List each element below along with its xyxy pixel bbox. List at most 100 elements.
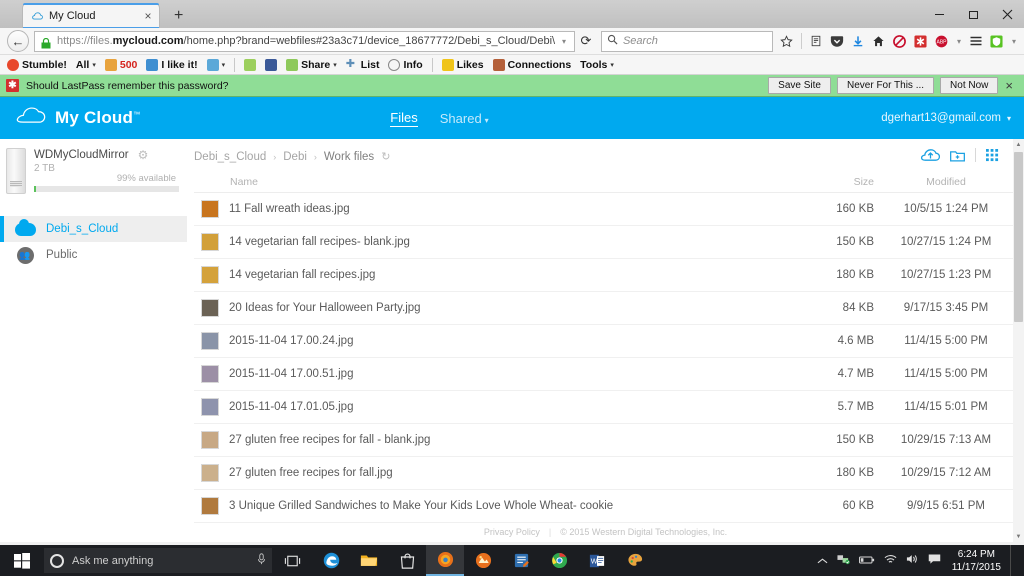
breadcrumb-item-debi[interactable]: Debi — [283, 151, 307, 163]
bookmark-all[interactable]: All ▾ — [72, 56, 100, 74]
bookmark-list[interactable]: ✚ List — [342, 56, 384, 74]
page-scrollbar[interactable]: ▲ ▼ — [1013, 139, 1024, 542]
bookmark-dislike[interactable]: ▾ — [203, 56, 230, 74]
refresh-icon[interactable]: ↻ — [381, 150, 390, 163]
bookmark-i-like-it[interactable]: I like it! — [142, 56, 201, 74]
file-name[interactable]: 11 Fall wreath ideas.jpg — [229, 203, 754, 215]
table-row[interactable]: 27 gluten free recipes for fall.jpg 180 K… — [194, 457, 1024, 490]
cortana-search-box[interactable]: Ask me anything — [44, 548, 272, 573]
new-folder-icon[interactable] — [950, 149, 965, 162]
table-row[interactable]: 11 Fall wreath ideas.jpg 160 KB 10/5/15 1:… — [194, 193, 1024, 226]
not-now-button[interactable]: Not Now — [940, 77, 999, 94]
bookmark-tag[interactable] — [240, 56, 260, 74]
action-center-icon[interactable] — [928, 552, 941, 570]
chevron-down-icon[interactable]: ▾ — [558, 37, 570, 46]
file-name[interactable]: 2015-11-04 17.00.24.jpg — [229, 335, 754, 347]
microphone-icon[interactable] — [257, 552, 266, 570]
save-site-button[interactable]: Save Site — [768, 77, 831, 94]
reader-icon[interactable] — [806, 30, 826, 52]
taskbar-app-sticky-notes[interactable] — [502, 545, 540, 576]
table-row[interactable]: 14 vegetarian fall recipes- blank.jpg 150… — [194, 226, 1024, 259]
battery-icon[interactable] — [858, 552, 875, 570]
taskbar-app-file-explorer[interactable] — [350, 545, 388, 576]
table-row[interactable]: 20 Ideas for Your Halloween Party.jpg 84 … — [194, 292, 1024, 325]
bookmark-share[interactable]: Share ▾ — [282, 56, 341, 74]
mycloud-logo[interactable]: My Cloud™ — [16, 106, 140, 130]
hamburger-menu-icon[interactable] — [966, 30, 986, 52]
taskbar-clock[interactable]: 6:24 PM 11/17/2015 — [950, 548, 1001, 574]
breadcrumb-item-root[interactable]: Debi_s_Cloud — [194, 151, 266, 163]
table-row[interactable]: 2015-11-04 17.00.24.jpg 4.6 MB 11/4/15 5:0… — [194, 325, 1024, 358]
file-name[interactable]: 14 vegetarian fall recipes.jpg — [229, 269, 754, 281]
taskbar-app-paint[interactable] — [616, 545, 654, 576]
table-row[interactable]: 3 Unique Grilled Sandwiches to Make Your… — [194, 490, 1024, 523]
bookmark-facebook[interactable] — [261, 56, 281, 74]
sidebar-item-public[interactable]: 👥 Public — [0, 242, 187, 268]
new-tab-button[interactable]: + — [168, 8, 189, 24]
show-desktop-button[interactable] — [1010, 545, 1016, 576]
url-bar[interactable]: https://files.mycloud.com/home.php?brand… — [34, 30, 575, 52]
taskbar-app-store[interactable] — [388, 545, 426, 576]
tab-shared[interactable]: Shared ▾ — [440, 111, 489, 126]
bookmark-500[interactable]: 500 — [101, 56, 142, 74]
back-button[interactable]: ← — [7, 30, 29, 52]
table-row[interactable]: 2015-11-04 17.00.51.jpg 4.7 MB 11/4/15 5:0… — [194, 358, 1024, 391]
taskbar-app-edge[interactable] — [312, 545, 350, 576]
sidebar-item-debi-s-cloud[interactable]: Debi_s_Cloud — [0, 216, 187, 242]
file-name[interactable]: 27 gluten free recipes for fall.jpg — [229, 467, 754, 479]
chevron-down-icon[interactable]: ▾ — [953, 37, 965, 46]
lastpass-icon[interactable] — [911, 30, 931, 52]
close-icon[interactable]: × — [141, 10, 155, 22]
task-view-icon[interactable] — [272, 545, 312, 576]
pocket-icon[interactable] — [827, 30, 847, 52]
scrollbar-thumb[interactable] — [1014, 152, 1023, 322]
home-icon[interactable] — [869, 30, 889, 52]
network-icon[interactable] — [837, 552, 850, 570]
breadcrumb-item-work-files[interactable]: Work files — [324, 151, 374, 163]
wifi-icon[interactable] — [884, 552, 897, 570]
bookmark-likes[interactable]: Likes — [438, 56, 488, 74]
tab-files[interactable]: Files — [390, 110, 418, 127]
scroll-up-arrow[interactable]: ▲ — [1013, 139, 1024, 150]
gear-icon[interactable]: ⚙ — [138, 148, 149, 162]
file-name[interactable]: 20 Ideas for Your Halloween Party.jpg — [229, 302, 754, 314]
abp-icon[interactable]: ABP — [932, 30, 952, 52]
bookmark-star-icon[interactable] — [777, 30, 797, 52]
file-name[interactable]: 2015-11-04 17.00.51.jpg — [229, 368, 754, 380]
column-header-modified[interactable]: Modified — [874, 176, 1024, 188]
minimize-icon[interactable] — [922, 0, 956, 28]
column-header-size[interactable]: Size — [754, 176, 874, 188]
taskbar-app-word[interactable]: W — [578, 545, 616, 576]
chevron-up-icon[interactable] — [817, 552, 828, 570]
table-row[interactable]: 2015-11-04 17.01.05.jpg 5.7 MB 11/4/15 5:0… — [194, 391, 1024, 424]
table-row[interactable]: 27 gluten free recipes for fall - blank.… — [194, 424, 1024, 457]
taskbar-app-chrome[interactable] — [540, 545, 578, 576]
maximize-icon[interactable] — [956, 0, 990, 28]
file-name[interactable]: 27 gluten free recipes for fall - blank.… — [229, 434, 754, 446]
scroll-down-arrow[interactable]: ▼ — [1013, 531, 1024, 542]
bookmark-stumble[interactable]: Stumble! — [3, 56, 71, 74]
table-row[interactable]: 14 vegetarian fall recipes.jpg 180 KB 10/2… — [194, 259, 1024, 292]
volume-icon[interactable] — [906, 552, 919, 570]
privacy-policy-link[interactable]: Privacy Policy — [484, 527, 540, 537]
bookmark-tools[interactable]: Tools ▾ — [576, 56, 618, 74]
taskbar-app-photo-app[interactable] — [464, 545, 502, 576]
upload-icon[interactable] — [921, 148, 940, 162]
never-for-this-button[interactable]: Never For This ... — [836, 77, 935, 94]
browser-tab-my-cloud[interactable]: My Cloud × — [22, 3, 160, 28]
file-name[interactable]: 2015-11-04 17.01.05.jpg — [229, 401, 754, 413]
user-menu[interactable]: dgerhart13@gmail.com ▾ — [881, 112, 1011, 124]
reload-button[interactable]: ⟳ — [575, 33, 597, 49]
bookmark-info[interactable]: Info — [384, 56, 426, 74]
close-icon[interactable] — [990, 0, 1024, 28]
wot-icon[interactable] — [987, 30, 1007, 52]
taskbar-app-firefox[interactable] — [426, 545, 464, 576]
file-name[interactable]: 14 vegetarian fall recipes- blank.jpg — [229, 236, 754, 248]
downloads-icon[interactable] — [848, 30, 868, 52]
close-icon[interactable]: × — [998, 78, 1020, 93]
file-name[interactable]: 3 Unique Grilled Sandwiches to Make Your… — [229, 500, 754, 512]
column-header-name[interactable]: Name — [194, 176, 754, 188]
adblock-icon[interactable] — [890, 30, 910, 52]
windows-start-icon[interactable] — [0, 545, 44, 576]
search-input[interactable]: Search — [600, 30, 773, 52]
